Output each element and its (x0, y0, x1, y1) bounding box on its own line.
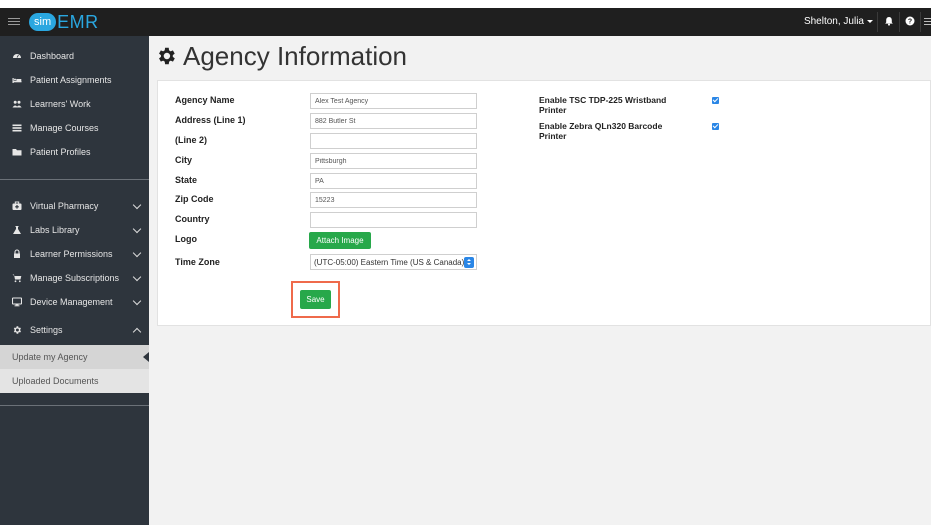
desktop-icon (12, 297, 22, 307)
cart-icon (12, 273, 22, 283)
medkit-icon (12, 201, 22, 211)
submenu-item-label: Update my Agency (12, 352, 88, 362)
user-menu[interactable]: Shelton, Julia (804, 16, 873, 27)
chevron-down-icon[interactable] (132, 200, 142, 210)
sidebar-divider (0, 179, 149, 180)
sidebar-item-manage-subscriptions[interactable]: Manage Subscriptions (0, 266, 149, 290)
sidebar-item-patient-profiles[interactable]: Patient Profiles (0, 140, 149, 164)
lock-icon (12, 249, 22, 259)
address2-input[interactable] (310, 133, 477, 149)
sidebar-item-label: Learner Permissions (30, 249, 113, 259)
sidebar-divider (0, 405, 149, 406)
country-input[interactable] (310, 212, 477, 228)
flask-icon (12, 225, 22, 235)
sidebar-item-device-management[interactable]: Device Management (0, 290, 149, 314)
timezone-label: Time Zone (175, 257, 220, 267)
sidebar-item-label: Patient Assignments (30, 75, 112, 85)
sidebar-item-label: Settings (30, 325, 63, 335)
wristband-printer-label: Enable TSC TDP-225 Wristband Printer (539, 95, 667, 115)
agency-name-label: Agency Name (175, 95, 235, 105)
folder-icon (12, 147, 22, 157)
state-input[interactable] (310, 173, 477, 189)
page-title: Agency Information (155, 39, 407, 73)
logo-label: Logo (175, 234, 197, 244)
timezone-value: (UTC-05:00) Eastern Time (US & Canada) (314, 257, 465, 267)
state-label: State (175, 175, 198, 185)
sidebar-item-patient-assignments[interactable]: Patient Assignments (0, 68, 149, 92)
sidebar-item-label: Device Management (30, 297, 113, 307)
main-content: Agency Information Agency Name Address (… (149, 36, 931, 525)
zip-input[interactable] (310, 192, 477, 208)
sidebar-item-label: Manage Courses (30, 123, 99, 133)
svg-text:?: ? (908, 19, 912, 26)
sidebar-item-label: Learners' Work (30, 99, 91, 109)
attach-image-button[interactable]: Attach Image (309, 232, 371, 249)
bell-icon[interactable] (883, 15, 895, 27)
chevron-down-icon[interactable] (132, 224, 142, 234)
divider (877, 12, 878, 32)
user-name: Shelton, Julia (803, 16, 864, 27)
sidebar-item-label: Manage Subscriptions (30, 273, 120, 283)
bed-icon (12, 75, 22, 85)
chevron-up-icon[interactable] (132, 327, 142, 337)
gear-icon (12, 325, 22, 335)
submenu-item-label: Uploaded Documents (12, 376, 99, 386)
sidebar-item-settings[interactable]: Settings (0, 318, 149, 342)
sidebar-item-learner-permissions[interactable]: Learner Permissions (0, 242, 149, 266)
settings-submenu: Update my Agency Uploaded Documents (0, 345, 149, 393)
city-label: City (175, 155, 193, 165)
sidebar-item-label: Virtual Pharmacy (30, 201, 99, 211)
sidebar-item-virtual-pharmacy[interactable]: Virtual Pharmacy (0, 194, 149, 218)
chevron-down-icon[interactable] (132, 296, 142, 306)
top-navbar: sim EMR Shelton, Julia ? (0, 8, 931, 36)
logo-pill: sim (29, 13, 57, 31)
address1-label: Address (Line 1) (175, 115, 246, 125)
sidebar-item-dashboard[interactable]: Dashboard (0, 44, 149, 68)
caret-down-icon (867, 20, 873, 23)
city-input[interactable] (310, 153, 477, 169)
barcode-printer-label: Enable Zebra QLn320 Barcode Printer (539, 121, 663, 141)
agency-form-panel: Agency Name Address (Line 1) (Line 2) Ci… (157, 80, 931, 326)
submenu-item-update-my-agency[interactable]: Update my Agency (0, 345, 149, 369)
chevron-down-icon[interactable] (132, 248, 142, 258)
divider (920, 12, 921, 32)
address1-input[interactable] (310, 113, 477, 129)
save-button[interactable]: Save (300, 290, 331, 309)
app-window: sim EMR Shelton, Julia ? Dashboard Patie… (0, 0, 931, 525)
logo-text: EMR (57, 11, 99, 32)
menu-icon[interactable] (8, 16, 20, 28)
sidebar-item-labs-library[interactable]: Labs Library (0, 218, 149, 242)
timezone-select[interactable]: (UTC-05:00) Eastern Time (US & Canada) (310, 254, 477, 270)
page-title-text: Agency Information (183, 40, 408, 71)
chevron-down-icon[interactable] (132, 272, 142, 282)
country-label: Country (175, 214, 210, 224)
dashboard-icon (12, 51, 22, 61)
users-icon (12, 99, 22, 109)
address2-label: (Line 2) (175, 135, 208, 145)
submenu-item-uploaded-documents[interactable]: Uploaded Documents (0, 369, 149, 393)
wristband-printer-checkbox[interactable] (712, 97, 719, 104)
app-logo[interactable]: sim EMR (29, 11, 99, 33)
sidebar-item-label: Labs Library (30, 225, 80, 235)
sidebar-item-manage-courses[interactable]: Manage Courses (0, 116, 149, 140)
help-icon[interactable]: ? (904, 15, 916, 27)
barcode-printer-checkbox[interactable] (712, 123, 719, 130)
menu-icon[interactable] (923, 15, 931, 27)
select-arrows-icon (464, 257, 474, 268)
divider (899, 12, 900, 32)
sidebar-item-learners-work[interactable]: Learners' Work (0, 92, 149, 116)
agency-name-input[interactable] (310, 93, 477, 109)
sidebar-item-label: Patient Profiles (30, 147, 91, 157)
gear-icon (159, 47, 175, 65)
sidebar-item-label: Dashboard (30, 51, 75, 61)
sidebar: Dashboard Patient Assignments Learners' … (0, 36, 149, 525)
zip-label: Zip Code (175, 194, 214, 204)
list-icon (12, 123, 22, 133)
